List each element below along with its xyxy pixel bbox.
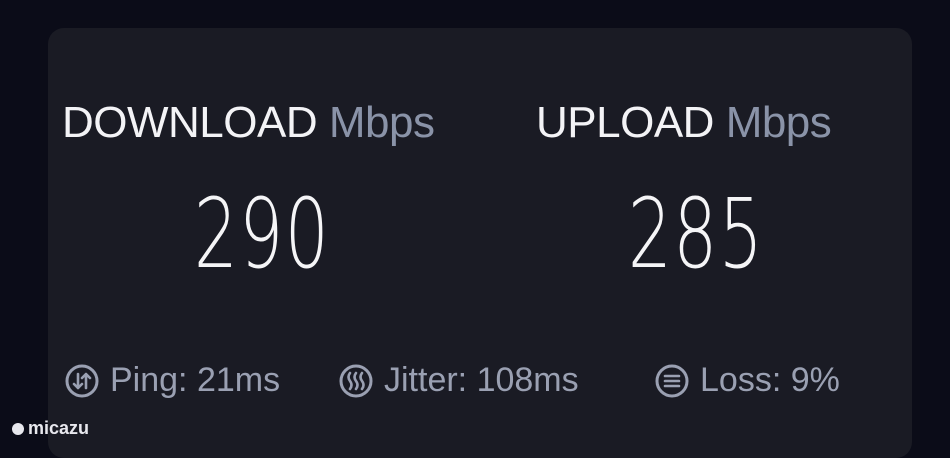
upload-value: 285 bbox=[627, 178, 765, 290]
watermark-text: micazu bbox=[28, 418, 90, 438]
jitter-icon bbox=[338, 363, 374, 399]
loss-text: Loss: 9% bbox=[700, 361, 840, 399]
watermark: micazu bbox=[12, 418, 89, 439]
upload-label: UPLOAD Mbps bbox=[536, 98, 832, 148]
upload-unit: Mbps bbox=[725, 98, 832, 147]
download-unit: Mbps bbox=[328, 98, 435, 147]
upload-label-text: UPLOAD bbox=[536, 98, 714, 147]
ping-stat: Ping: 21ms bbox=[64, 361, 280, 400]
loss-icon bbox=[654, 363, 690, 399]
jitter-text: Jitter: 108ms bbox=[384, 361, 579, 399]
download-label: DOWNLOAD Mbps bbox=[62, 98, 435, 148]
ping-text: Ping: 21ms bbox=[110, 361, 281, 399]
loss-stat: Loss: 9% bbox=[654, 361, 840, 400]
download-label-text: DOWNLOAD bbox=[62, 98, 318, 147]
jitter-stat: Jitter: 108ms bbox=[338, 361, 579, 400]
ping-icon bbox=[64, 363, 100, 399]
download-value: 290 bbox=[193, 178, 331, 290]
watermark-logo-icon bbox=[12, 422, 24, 435]
